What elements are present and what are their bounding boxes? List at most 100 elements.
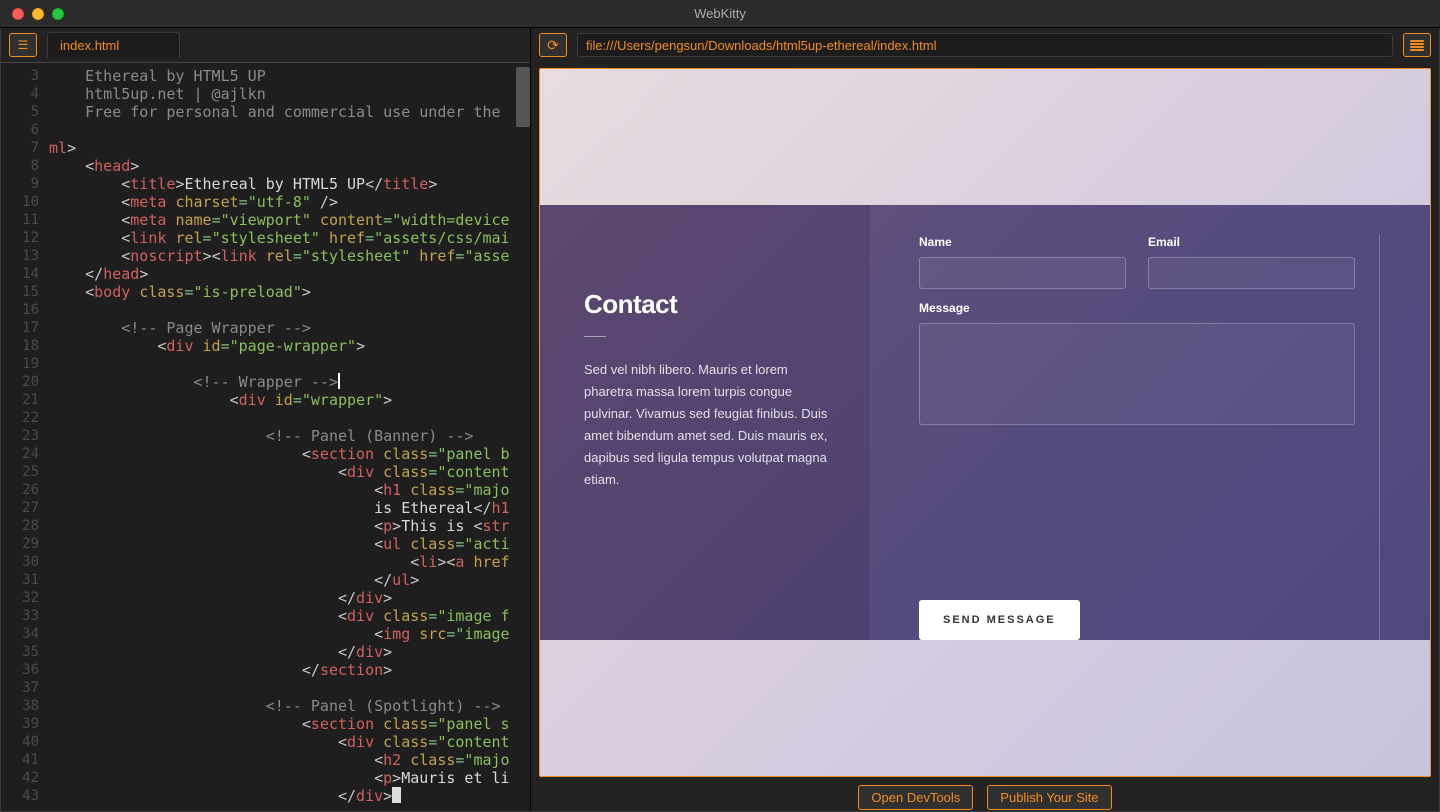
address-bar[interactable]: file:///Users/pengsun/Downloads/html5up-…: [577, 33, 1393, 57]
send-message-button[interactable]: SEND MESSAGE: [919, 600, 1080, 640]
preview-viewport[interactable]: Contact Sed vel nibh libero. Mauris et l…: [539, 68, 1431, 777]
panel-toggle-button[interactable]: [1403, 33, 1431, 57]
code-line[interactable]: 25 <div class="content: [7, 463, 530, 481]
code-line[interactable]: 12 <link rel="stylesheet" href="assets/c…: [7, 229, 530, 247]
code-line[interactable]: 4 html5up.net | @ajlkn: [7, 85, 530, 103]
code-line[interactable]: 9 <title>Ethereal by HTML5 UP</title>: [7, 175, 530, 193]
code-line[interactable]: 39 <section class="panel s: [7, 715, 530, 733]
block-cursor: [392, 787, 401, 803]
editor-toolbar: index.html: [1, 28, 530, 62]
line-number: 7: [7, 139, 49, 157]
line-number: 30: [7, 553, 49, 571]
line-number: 21: [7, 391, 49, 409]
code-line[interactable]: 33 <div class="image f: [7, 607, 530, 625]
code-line[interactable]: 6: [7, 121, 530, 139]
code-line[interactable]: 28 <p>This is <str: [7, 517, 530, 535]
line-number: 18: [7, 337, 49, 355]
editor-tab[interactable]: index.html: [47, 32, 180, 58]
code-line[interactable]: 20 <!-- Wrapper -->: [7, 373, 530, 391]
window-titlebar: WebKitty: [0, 0, 1440, 28]
code-line[interactable]: 18 <div id="page-wrapper">: [7, 337, 530, 355]
line-number: 23: [7, 427, 49, 445]
contact-description: Sed vel nibh libero. Mauris et lorem pha…: [584, 359, 832, 492]
name-label: Name: [919, 235, 1126, 249]
heading-underline: [584, 336, 606, 337]
code-line[interactable]: 32 </div>: [7, 589, 530, 607]
code-line[interactable]: 26 <h1 class="majo: [7, 481, 530, 499]
contact-heading: Contact: [584, 289, 832, 320]
form-scrollbar[interactable]: [1379, 235, 1380, 640]
traffic-lights: [0, 8, 64, 20]
reload-button[interactable]: [539, 33, 567, 57]
code-line[interactable]: 37: [7, 679, 530, 697]
minimize-window-button[interactable]: [32, 8, 44, 20]
publish-site-button[interactable]: Publish Your Site: [987, 785, 1111, 810]
contact-form: Name Email Message SEND M: [870, 205, 1430, 640]
line-number: 25: [7, 463, 49, 481]
line-number: 6: [7, 121, 49, 139]
line-number: 16: [7, 301, 49, 319]
code-line[interactable]: 11 <meta name="viewport" content="width=…: [7, 211, 530, 229]
contact-intro: Contact Sed vel nibh libero. Mauris et l…: [540, 205, 870, 640]
code-line[interactable]: 41 <h2 class="majo: [7, 751, 530, 769]
preview-bottom-bar: Open DevTools Publish Your Site: [531, 783, 1439, 811]
line-number: 10: [7, 193, 49, 211]
code-line[interactable]: 36 </section>: [7, 661, 530, 679]
code-line[interactable]: 3 Ethereal by HTML5 UP: [7, 67, 530, 85]
line-number: 42: [7, 769, 49, 787]
line-number: 8: [7, 157, 49, 175]
code-line[interactable]: 21 <div id="wrapper">: [7, 391, 530, 409]
email-input[interactable]: [1148, 257, 1355, 289]
code-line[interactable]: 10 <meta charset="utf-8" />: [7, 193, 530, 211]
close-window-button[interactable]: [12, 8, 24, 20]
code-line[interactable]: 22: [7, 409, 530, 427]
line-number: 20: [7, 373, 49, 391]
code-line[interactable]: 30 <li><a href: [7, 553, 530, 571]
name-input[interactable]: [919, 257, 1126, 289]
window-title: WebKitty: [0, 6, 1440, 21]
open-devtools-button[interactable]: Open DevTools: [858, 785, 973, 810]
code-line[interactable]: 34 <img src="image: [7, 625, 530, 643]
editor-scrollbar[interactable]: [516, 67, 530, 127]
code-line[interactable]: 5 Free for personal and commercial use u…: [7, 103, 530, 121]
code-line[interactable]: 31 </ul>: [7, 571, 530, 589]
code-line[interactable]: 29 <ul class="acti: [7, 535, 530, 553]
line-number: 12: [7, 229, 49, 247]
menu-button[interactable]: [9, 33, 37, 57]
preview-bottom-region: [540, 640, 1430, 776]
line-number: 28: [7, 517, 49, 535]
code-line[interactable]: 15 <body class="is-preload">: [7, 283, 530, 301]
url-text: file:///Users/pengsun/Downloads/html5up-…: [586, 38, 936, 53]
code-line[interactable]: 23 <!-- Panel (Banner) -->: [7, 427, 530, 445]
line-number: 24: [7, 445, 49, 463]
line-number: 40: [7, 733, 49, 751]
line-number: 35: [7, 643, 49, 661]
panel-icon: [1410, 40, 1424, 51]
code-line[interactable]: 17 <!-- Page Wrapper -->: [7, 319, 530, 337]
line-number: 39: [7, 715, 49, 733]
message-label: Message: [919, 301, 1355, 315]
code-line[interactable]: 8 <head>: [7, 157, 530, 175]
code-line[interactable]: 38 <!-- Panel (Spotlight) -->: [7, 697, 530, 715]
line-number: 36: [7, 661, 49, 679]
code-line[interactable]: 16: [7, 301, 530, 319]
code-line[interactable]: 13 <noscript><link rel="stylesheet" href…: [7, 247, 530, 265]
message-textarea[interactable]: [919, 323, 1355, 425]
code-editor[interactable]: 3 Ethereal by HTML5 UP4 html5up.net | @a…: [1, 62, 530, 811]
code-line[interactable]: 35 </div>: [7, 643, 530, 661]
code-line[interactable]: 7ml>: [7, 139, 530, 157]
code-line[interactable]: 42 <p>Mauris et li: [7, 769, 530, 787]
code-line[interactable]: 24 <section class="panel b: [7, 445, 530, 463]
line-number: 41: [7, 751, 49, 769]
code-line[interactable]: 43 </div>: [7, 787, 530, 805]
line-number: 29: [7, 535, 49, 553]
code-line[interactable]: 19: [7, 355, 530, 373]
reload-icon: [547, 37, 559, 54]
line-number: 38: [7, 697, 49, 715]
line-number: 4: [7, 85, 49, 103]
maximize-window-button[interactable]: [52, 8, 64, 20]
code-line[interactable]: 27 is Ethereal</h1: [7, 499, 530, 517]
code-line[interactable]: 40 <div class="content: [7, 733, 530, 751]
code-line[interactable]: 14 </head>: [7, 265, 530, 283]
line-number: 37: [7, 679, 49, 697]
